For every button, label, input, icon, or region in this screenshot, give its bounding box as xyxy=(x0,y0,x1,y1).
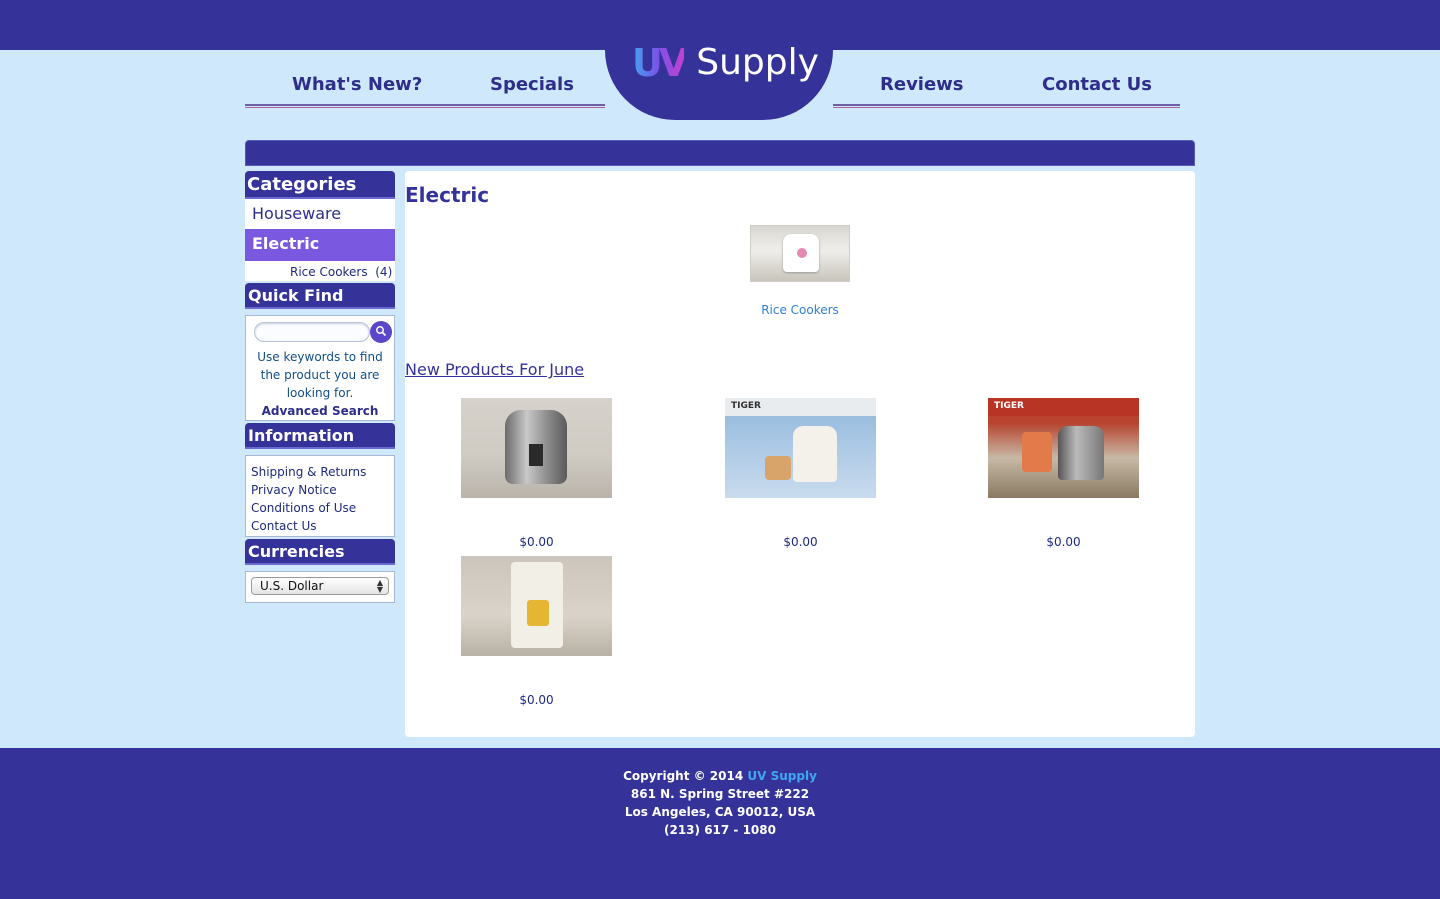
nav-right: Reviews Contact Us xyxy=(833,50,1180,108)
nav-specials[interactable]: Specials xyxy=(490,74,574,95)
sidebar: Categories Houseware Electric Rice Cooke… xyxy=(245,171,395,603)
product-image[interactable] xyxy=(461,398,612,498)
product-card: TIGER $0.00 xyxy=(725,398,876,549)
phone-number: (213) 617 - 1080 xyxy=(664,823,776,837)
quick-find-header: Quick Find xyxy=(245,283,395,309)
search-input[interactable] xyxy=(254,322,370,342)
currencies-box: U.S. Dollar ▲ ▼ xyxy=(245,571,395,603)
subcategory-rice-cookers[interactable]: Rice Cookers (4) xyxy=(245,259,395,281)
address-line-1: 861 N. Spring Street #222 xyxy=(630,787,810,801)
copyright-text: Copyright © 2014 xyxy=(623,769,744,783)
nav-divider xyxy=(245,104,605,106)
product-image[interactable]: TIGER xyxy=(988,398,1139,498)
logo-badge[interactable]: UV Supply xyxy=(605,30,833,120)
nav-contact-us[interactable]: Contact Us xyxy=(1042,74,1152,95)
conditions-of-use-link[interactable]: Conditions of Use xyxy=(251,499,394,517)
new-products-title[interactable]: New Products For June xyxy=(405,360,584,379)
nav-divider xyxy=(833,107,1180,108)
product-price: $0.00 xyxy=(1046,535,1081,549)
category-image-rice-cookers[interactable] xyxy=(750,225,850,282)
shipping-returns-link[interactable]: Shipping & Returns xyxy=(251,463,394,481)
currency-selected-value: U.S. Dollar xyxy=(260,579,324,593)
information-box: Shipping & Returns Privacy Notice Condit… xyxy=(245,455,395,537)
category-houseware[interactable]: Houseware xyxy=(245,199,395,229)
page-title: Electric xyxy=(405,183,490,207)
logo-mark: UV xyxy=(632,41,688,85)
nav-divider xyxy=(245,107,605,108)
category-electric[interactable]: Electric xyxy=(245,229,395,259)
footer: Copyright © 2014 UV Supply 861 N. Spring… xyxy=(0,748,1440,899)
box-brand-text: TIGER xyxy=(994,401,1024,411)
search-icon xyxy=(376,326,387,337)
privacy-notice-link[interactable]: Privacy Notice xyxy=(251,481,394,499)
search-button[interactable] xyxy=(370,321,392,343)
quick-find-box: Use keywords to find the product you are… xyxy=(245,315,395,421)
logo-text: Supply xyxy=(696,42,819,83)
product-card: $0.00 xyxy=(461,556,612,707)
product-price: $0.00 xyxy=(519,535,554,549)
advanced-search-link[interactable]: Advanced Search xyxy=(250,402,390,420)
search-row xyxy=(250,320,392,344)
product-price: $0.00 xyxy=(783,535,818,549)
box-brand-text: TIGER xyxy=(731,401,761,411)
currency-select[interactable]: U.S. Dollar ▲ ▼ xyxy=(251,577,389,595)
category-link-rice-cookers[interactable]: Rice Cookers xyxy=(405,303,1195,317)
breadcrumb-bar xyxy=(245,140,1195,166)
product-image[interactable]: TIGER xyxy=(725,398,876,498)
copyright-line: Copyright © 2014 UV Supply xyxy=(0,767,1440,785)
nav-left: What's New? Specials xyxy=(245,50,605,108)
main-content: Electric Rice Cookers New Products For J… xyxy=(405,171,1195,737)
nav-whats-new[interactable]: What's New? xyxy=(292,74,422,95)
product-price: $0.00 xyxy=(519,693,554,707)
currencies-header: Currencies xyxy=(245,539,395,565)
site-logo[interactable]: UV Supply xyxy=(632,41,819,85)
quick-find-help: Use keywords to find the product you are… xyxy=(257,350,383,400)
rice-cooker-picture xyxy=(783,234,819,272)
information-header: Information xyxy=(245,423,395,449)
categories-header: Categories xyxy=(245,171,395,199)
product-card: TIGER $0.00 xyxy=(988,398,1139,549)
contact-us-link[interactable]: Contact Us xyxy=(251,517,394,535)
nav-divider xyxy=(833,104,1180,106)
product-image[interactable] xyxy=(461,556,612,656)
product-card: $0.00 xyxy=(461,398,612,549)
address-line-2: Los Angeles, CA 90012, USA xyxy=(624,805,816,819)
select-arrows-icon: ▲ ▼ xyxy=(376,578,383,594)
footer-brand-link[interactable]: UV Supply xyxy=(747,769,817,783)
nav-reviews[interactable]: Reviews xyxy=(880,74,964,95)
